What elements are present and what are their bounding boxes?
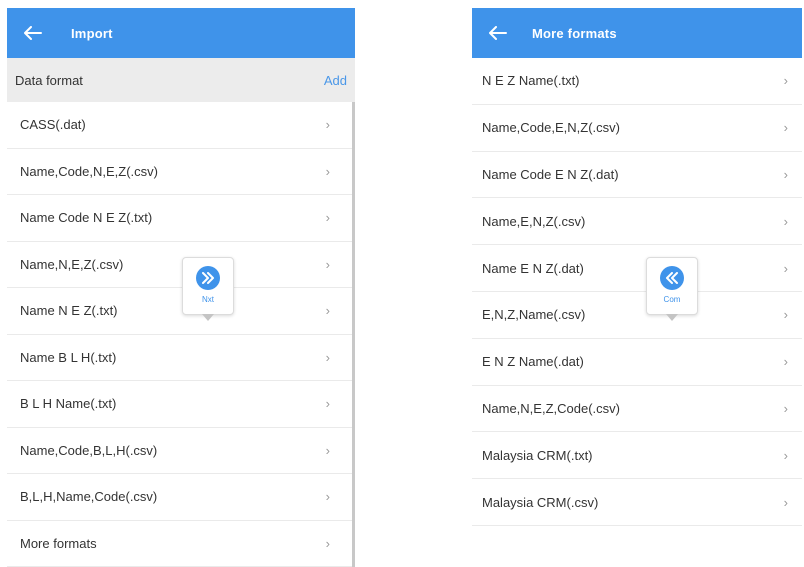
list-item[interactable]: Name,Code,B,L,H(.csv) ›: [7, 428, 352, 475]
chevron-right-icon: ›: [326, 536, 330, 551]
more-formats-screen: More formats N E Z Name(.txt) › Name,Code…: [472, 8, 802, 528]
list-item[interactable]: CASS(.dat) ›: [7, 102, 352, 149]
chevron-right-icon: ›: [326, 350, 330, 365]
more-format-list: N E Z Name(.txt) › Name,Code,E,N,Z(.csv) ›…: [472, 58, 802, 526]
item-label: More formats: [20, 536, 97, 551]
chevron-right-icon: ›: [326, 489, 330, 504]
page-title: More formats: [532, 26, 617, 41]
item-label: N E Z Name(.txt): [482, 73, 580, 88]
item-label: Name,Code,B,L,H(.csv): [20, 443, 157, 458]
list-item[interactable]: B L H Name(.txt) ›: [7, 381, 352, 428]
page-title: Import: [71, 26, 113, 41]
chevron-right-icon: ›: [326, 396, 330, 411]
add-button[interactable]: Add: [324, 73, 347, 88]
chevron-right-icon: ›: [326, 117, 330, 132]
pointer-triangle: [666, 314, 678, 321]
item-label: Name,Code,E,N,Z(.csv): [482, 120, 620, 135]
list-item[interactable]: Name,Code,E,N,Z(.csv) ›: [472, 105, 802, 152]
chevron-right-icon: ›: [784, 354, 788, 369]
back-arrow-icon[interactable]: [478, 8, 518, 58]
item-label: Name,E,N,Z(.csv): [482, 214, 585, 229]
list-item[interactable]: Name,N,E,Z(.csv) ›: [7, 242, 352, 289]
chevron-right-icon: ›: [326, 443, 330, 458]
item-label: Name E N Z(.dat): [482, 261, 584, 276]
item-label: E N Z Name(.dat): [482, 354, 584, 369]
more-formats-item[interactable]: More formats ›: [7, 521, 352, 567]
data-format-bar: Data format Add: [7, 58, 355, 102]
list-item[interactable]: Malaysia CRM(.csv) ›: [472, 479, 802, 526]
chevron-right-icon: ›: [784, 401, 788, 416]
list-item[interactable]: Name,E,N,Z(.csv) ›: [472, 198, 802, 245]
item-label: Name,N,E,Z,Code(.csv): [482, 401, 620, 416]
chevron-right-icon: ›: [326, 164, 330, 179]
list-item[interactable]: N E Z Name(.txt) ›: [472, 58, 802, 105]
list-item[interactable]: Name E N Z(.dat) ›: [472, 245, 802, 292]
chevron-right-icon: ›: [784, 307, 788, 322]
list-item[interactable]: Name N E Z(.txt) ›: [7, 288, 352, 335]
chevron-right-icon: ›: [326, 303, 330, 318]
next-floating-button[interactable]: Nxt: [182, 257, 234, 315]
chevron-right-icon: ›: [784, 448, 788, 463]
chevron-right-icon: ›: [784, 73, 788, 88]
double-chevron-right-icon: [196, 266, 220, 290]
pointer-triangle: [202, 314, 214, 321]
item-label: B L H Name(.txt): [20, 396, 116, 411]
list-item[interactable]: Name Code N E Z(.txt) ›: [7, 195, 352, 242]
chevron-right-icon: ›: [326, 257, 330, 272]
list-item[interactable]: Malaysia CRM(.txt) ›: [472, 432, 802, 479]
item-label: Name Code N E Z(.txt): [20, 210, 152, 225]
chevron-right-icon: ›: [784, 214, 788, 229]
item-label: Malaysia CRM(.txt): [482, 448, 593, 463]
item-label: Malaysia CRM(.csv): [482, 495, 598, 510]
list-item[interactable]: Name B L H(.txt) ›: [7, 335, 352, 382]
app-header: Import: [7, 8, 355, 58]
chevron-right-icon: ›: [784, 261, 788, 276]
list-item[interactable]: E,N,Z,Name(.csv) ›: [472, 292, 802, 339]
item-label: Name,N,E,Z(.csv): [20, 257, 123, 272]
list-item[interactable]: Name,N,E,Z,Code(.csv) ›: [472, 386, 802, 433]
compare-floating-button[interactable]: Com: [646, 257, 698, 315]
chevron-right-icon: ›: [326, 210, 330, 225]
item-label: Name N E Z(.txt): [20, 303, 118, 318]
list-item[interactable]: Name Code E N Z(.dat) ›: [472, 152, 802, 199]
chevron-right-icon: ›: [784, 495, 788, 510]
chevron-right-icon: ›: [784, 167, 788, 182]
item-label: CASS(.dat): [20, 117, 86, 132]
item-label: Name Code E N Z(.dat): [482, 167, 619, 182]
list-item[interactable]: E N Z Name(.dat) ›: [472, 339, 802, 386]
list-item[interactable]: Name,Code,N,E,Z(.csv) ›: [7, 149, 352, 196]
item-label: B,L,H,Name,Code(.csv): [20, 489, 157, 504]
compare-label: Com: [664, 295, 681, 304]
app-header: More formats: [472, 8, 802, 58]
chevron-right-icon: ›: [784, 120, 788, 135]
data-format-label: Data format: [15, 73, 83, 88]
format-list: CASS(.dat) › Name,Code,N,E,Z(.csv) › Name …: [7, 102, 355, 567]
item-label: Name B L H(.txt): [20, 350, 116, 365]
back-arrow-icon[interactable]: [13, 8, 53, 58]
import-screen: Import Data format Add CASS(.dat) › Name,…: [7, 8, 355, 564]
double-chevron-left-icon: [660, 266, 684, 290]
item-label: E,N,Z,Name(.csv): [482, 307, 585, 322]
next-label: Nxt: [202, 295, 214, 304]
item-label: Name,Code,N,E,Z(.csv): [20, 164, 158, 179]
list-item[interactable]: B,L,H,Name,Code(.csv) ›: [7, 474, 352, 521]
